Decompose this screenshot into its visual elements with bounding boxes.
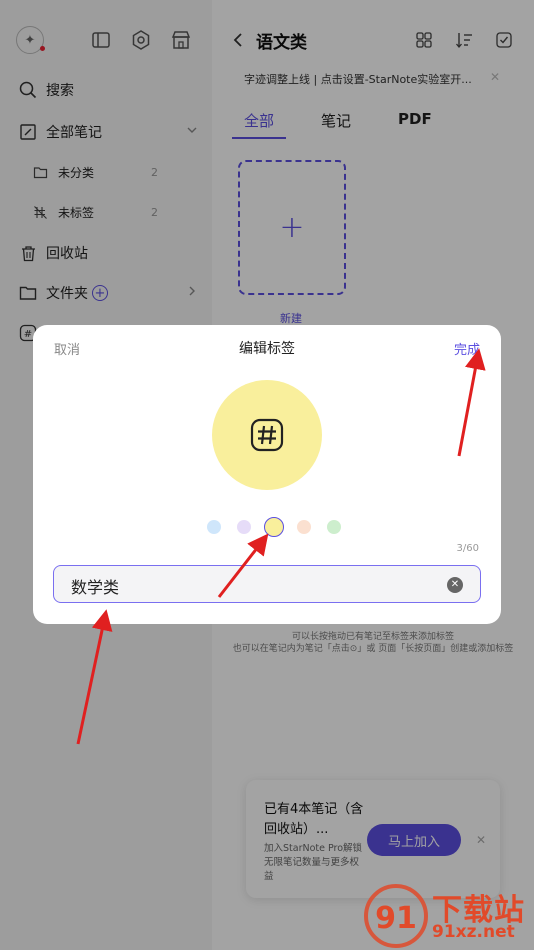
edit-tag-dialog: 编辑标签 取消 完成 3/60 数学类 ✕ — [33, 325, 501, 624]
color-swatch[interactable] — [207, 520, 221, 534]
watermark-logo: 91 — [364, 884, 428, 948]
tag-name-input[interactable]: 数学类 ✕ — [53, 565, 481, 603]
color-picker — [199, 517, 341, 537]
color-swatch[interactable] — [297, 520, 311, 534]
cancel-button[interactable]: 取消 — [54, 339, 80, 358]
color-swatch[interactable] — [264, 517, 284, 537]
tag-name-value[interactable]: 数学类 — [71, 574, 119, 598]
tag-preview — [212, 380, 322, 490]
color-swatch[interactable] — [237, 520, 251, 534]
svg-text:91: 91 — [375, 901, 417, 936]
clear-input-icon[interactable]: ✕ — [447, 577, 463, 593]
tag-hash-icon — [250, 418, 284, 452]
dialog-title: 编辑标签 — [239, 341, 295, 357]
watermark-url: 91xz.net — [432, 922, 515, 942]
char-counter: 3/60 — [456, 543, 479, 554]
color-swatch[interactable] — [327, 520, 341, 534]
done-button[interactable]: 完成 — [454, 339, 480, 358]
